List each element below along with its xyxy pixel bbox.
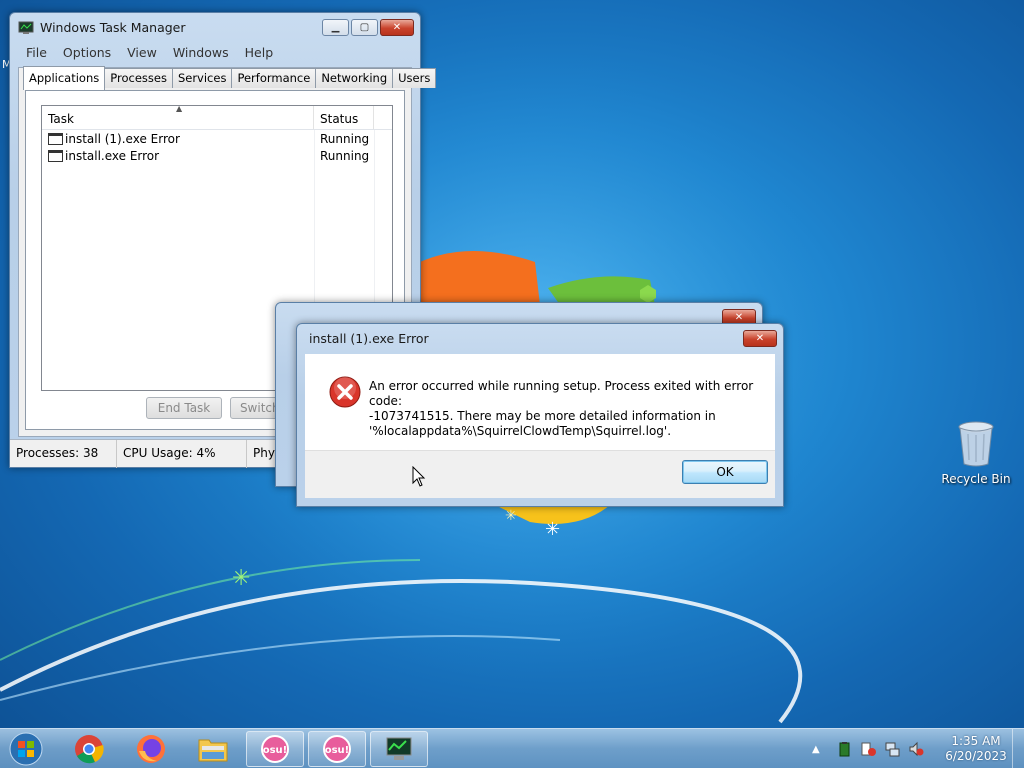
error-icon (329, 376, 361, 408)
taskbar: osu! osu! ▲ 1:35 AM 6/20/2023 (0, 728, 1024, 768)
end-task-button[interactable]: End Task (146, 397, 222, 419)
error-message-line: '%localappdata%\SquirrelClowdTemp\Squirr… (369, 424, 672, 438)
taskbar-osu-1[interactable]: osu! (246, 731, 304, 767)
file-explorer-icon (198, 739, 228, 762)
task-manager-title: Windows Task Manager (40, 20, 186, 35)
osu-icon: osu! (323, 735, 351, 763)
task-list-header: ▲ Task Status (42, 104, 392, 130)
window-icon (48, 132, 63, 145)
clock-date: 6/20/2023 (945, 749, 1007, 763)
clock-time: 1:35 AM (951, 734, 1001, 748)
sort-ascending-icon: ▲ (176, 104, 183, 113)
taskbar-file-explorer[interactable] (184, 731, 242, 767)
error-dialog-footer: OK (305, 450, 775, 498)
task-manager-tabs: Applications Processes Services Performa… (23, 66, 437, 90)
menu-view[interactable]: View (119, 43, 165, 63)
tab-users[interactable]: Users (392, 68, 437, 88)
svg-text:osu!: osu! (325, 745, 350, 756)
start-orb-icon (9, 732, 43, 766)
close-button[interactable]: ✕ (743, 330, 777, 347)
maximize-button[interactable]: ▢ (351, 19, 378, 36)
error-message: An error occurred while running setup. P… (369, 379, 769, 439)
minimize-icon: ▁ (331, 22, 340, 33)
mouse-cursor-icon (412, 465, 426, 488)
action-center-icon[interactable] (860, 741, 876, 757)
battery-icon[interactable] (836, 741, 852, 757)
column-header-task[interactable]: ▲ Task (42, 104, 314, 129)
minimize-button[interactable]: ▁ (322, 19, 349, 36)
system-tray: ▲ (812, 729, 924, 768)
error-dialog[interactable]: install (1).exe Error ✕ An error occurre… (296, 323, 784, 507)
volume-muted-icon[interactable] (908, 741, 924, 757)
recycle-bin-shortcut[interactable]: Recycle Bin (940, 420, 1012, 486)
chrome-icon (75, 735, 104, 764)
recycle-bin-icon (956, 420, 996, 468)
start-button[interactable] (6, 730, 46, 768)
system-clock[interactable]: 1:35 AM 6/20/2023 (940, 734, 1012, 764)
show-hidden-icons-icon[interactable]: ▲ (812, 741, 828, 757)
firefox-icon (137, 735, 165, 763)
task-manager-icon (18, 21, 34, 35)
recycle-bin-label: Recycle Bin (941, 472, 1011, 486)
tab-applications[interactable]: Applications (23, 66, 106, 90)
menu-file[interactable]: File (18, 43, 55, 63)
error-message-line: -1073741515. There may be more detailed … (369, 409, 716, 423)
menu-options[interactable]: Options (55, 43, 119, 63)
menu-help[interactable]: Help (237, 43, 282, 63)
svg-text:✳: ✳ (232, 566, 250, 591)
task-row[interactable]: install (1).exe Error Running (42, 130, 392, 147)
task-row[interactable]: install.exe Error Running (42, 147, 392, 164)
tab-processes[interactable]: Processes (104, 68, 173, 88)
menu-windows[interactable]: Windows (165, 43, 237, 63)
taskbar-osu-2[interactable]: osu! (308, 731, 366, 767)
tab-networking[interactable]: Networking (315, 68, 394, 88)
ok-button[interactable]: OK (682, 460, 768, 484)
tab-services[interactable]: Services (171, 68, 233, 88)
task-manager-titlebar[interactable]: Windows Task Manager ▁ ▢ ✕ (10, 13, 420, 43)
task-name: install (1).exe Error (65, 131, 180, 146)
error-dialog-body: An error occurred while running setup. P… (305, 354, 775, 450)
close-icon: ✕ (392, 22, 402, 33)
column-header-status[interactable]: Status (314, 106, 374, 129)
osu-icon: osu! (261, 735, 289, 763)
error-dialog-titlebar[interactable]: install (1).exe Error ✕ (297, 324, 783, 354)
close-icon: ✕ (755, 333, 765, 344)
window-icon (48, 149, 63, 162)
taskbar-task-manager[interactable] (370, 731, 428, 767)
taskbar-chrome[interactable] (60, 731, 118, 767)
task-status: Running (320, 149, 370, 163)
processes-count: Processes: 38 (10, 440, 117, 468)
task-name: install.exe Error (65, 148, 160, 163)
svg-text:✳: ✳ (545, 519, 560, 540)
svg-text:✳: ✳ (505, 508, 517, 524)
show-desktop-button[interactable] (1012, 729, 1024, 768)
error-message-line: An error occurred while running setup. P… (369, 379, 754, 408)
taskbar-firefox[interactable] (122, 731, 180, 767)
task-manager-menubar: File Options View Windows Help (18, 43, 412, 63)
cpu-usage: CPU Usage: 4% (117, 440, 247, 468)
svg-text:osu!: osu! (263, 745, 288, 756)
network-icon[interactable] (884, 741, 900, 757)
error-dialog-title: install (1).exe Error (309, 331, 429, 346)
tab-performance[interactable]: Performance (231, 68, 317, 88)
maximize-icon: ▢ (359, 22, 370, 33)
task-status: Running (320, 132, 370, 146)
close-icon: ✕ (734, 312, 744, 323)
task-manager-icon (386, 737, 412, 760)
close-button[interactable]: ✕ (380, 19, 414, 36)
